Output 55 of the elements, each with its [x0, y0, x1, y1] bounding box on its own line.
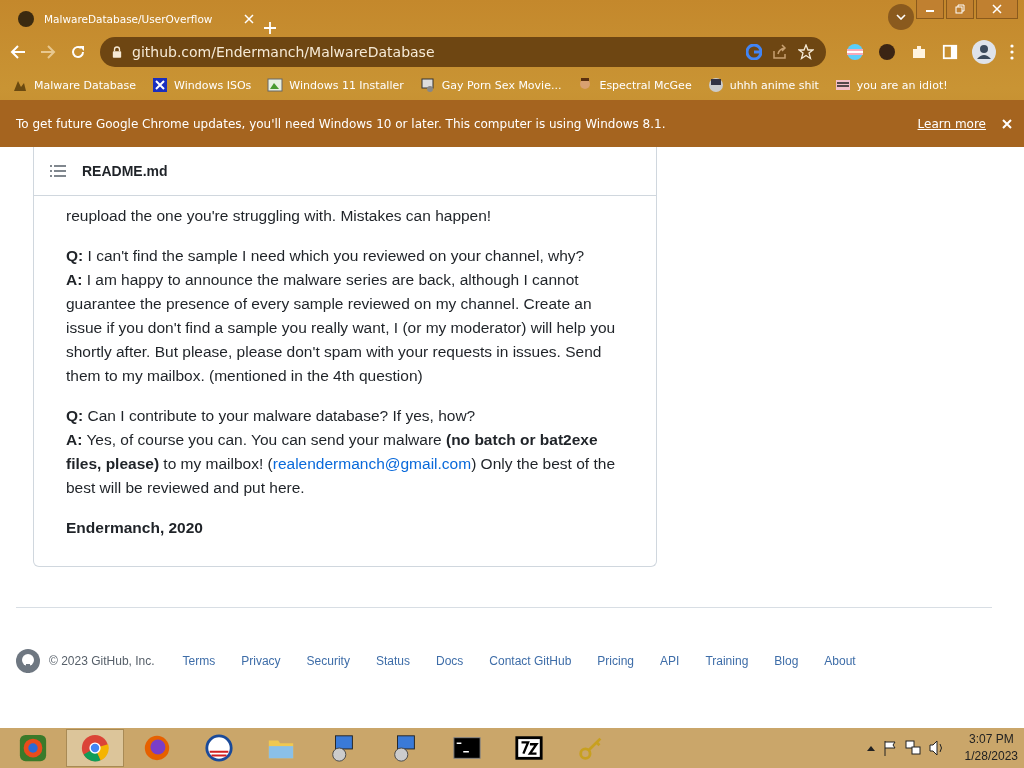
restore-icon[interactable] — [955, 4, 965, 14]
circle-logo-icon — [204, 733, 234, 763]
footer-link[interactable]: Docs — [435, 654, 464, 668]
footer-link[interactable]: Terms — [182, 654, 216, 668]
faq-paragraph: reupload the one you're struggling with. Mistakes can happen! — [66, 206, 493, 226]
volume-icon[interactable] — [928, 740, 945, 756]
bookmark-favicon-icon — [707, 77, 724, 93]
firefox-icon — [142, 733, 172, 763]
footer-link[interactable]: Blog — [774, 654, 799, 668]
copyright-text: © 2023 GitHub, Inc. — [49, 654, 155, 668]
menu-icon[interactable] — [1010, 44, 1014, 60]
chrome-icon — [80, 733, 110, 763]
footer-link[interactable]: Pricing — [597, 654, 635, 668]
readme-title: README.md — [82, 163, 168, 179]
reload-icon[interactable] — [70, 44, 86, 60]
network-icon[interactable] — [904, 740, 921, 756]
google-icon[interactable] — [746, 44, 762, 60]
new-tab-icon[interactable] — [264, 22, 276, 34]
extensions-icon[interactable] — [910, 43, 928, 61]
lock-icon — [112, 46, 122, 58]
bookmark-favicon-icon — [267, 77, 284, 93]
taskbar-clock[interactable]: 3:07 PM 1/28/2023 — [964, 731, 1018, 765]
bookmark-favicon-icon — [834, 77, 851, 93]
footer-link[interactable]: Training — [705, 654, 749, 668]
learn-more-link[interactable]: Learn more — [917, 116, 986, 131]
share-icon[interactable] — [772, 44, 788, 60]
star-icon[interactable] — [798, 44, 814, 60]
footer-link[interactable]: Contact GitHub — [489, 654, 572, 668]
faq-paragraph: Q: I can't find the sample I need which you reviewed on your channel, why? A: I am happy to announce the malware series are back, although I cannot guarantee the presence of every sample reviewed on my channel. Create an issue if you don't find a sample you really want, I (or my moderator) will help you shortly after. But please, please don't spam with your requests in issues. Send them to my mailbox. (mentioned in the 4th question) — [66, 246, 617, 386]
flag-icon[interactable] — [882, 740, 897, 756]
outline-list-icon[interactable] — [50, 165, 66, 177]
address-bar[interactable]: github.com/Endermanch/MalwareDatabase — [100, 37, 826, 67]
email-link[interactable]: realendermanch@gmail.com — [272, 455, 472, 472]
footer-link[interactable]: Privacy — [241, 654, 281, 668]
bookmark-favicon-icon — [419, 77, 436, 93]
close-icon[interactable] — [244, 14, 254, 24]
footer-link[interactable]: About — [824, 654, 856, 668]
bookmark-favicon-icon — [152, 77, 169, 93]
profile-icon[interactable] — [972, 40, 996, 64]
browser-tab[interactable]: MalwareDatabase/UserOverflow — [8, 4, 264, 34]
close-window-icon[interactable] — [992, 4, 1002, 14]
footer-link[interactable]: Security — [306, 654, 350, 668]
footer-link[interactable]: API — [660, 654, 680, 668]
faq-paragraph: Q: Can I contribute to your malware database? If yes, how? A: Yes, of course you can. You can send your malware (no batch or bat2exe files, please) to my mailbox! (realendermanch@gmail.com) Only the best of the best will be reviewed and put here. — [66, 406, 616, 498]
back-icon[interactable] — [10, 44, 26, 60]
infobar-message: To get future Google Chrome updates, you'll need Windows 10 or later. This computer is using Windows 8.1. — [16, 116, 667, 131]
forward-icon[interactable] — [40, 44, 56, 60]
chevron-down-icon[interactable] — [896, 14, 906, 20]
footer-link[interactable]: Status — [375, 654, 410, 668]
close-icon[interactable] — [1002, 118, 1012, 129]
archive-7z-icon — [514, 733, 544, 763]
side-panel-icon[interactable] — [942, 44, 958, 60]
show-hidden-icons-icon[interactable] — [866, 745, 875, 751]
start-orb-icon — [18, 733, 48, 763]
signature-text: Endermanch, 2020 — [66, 518, 204, 538]
